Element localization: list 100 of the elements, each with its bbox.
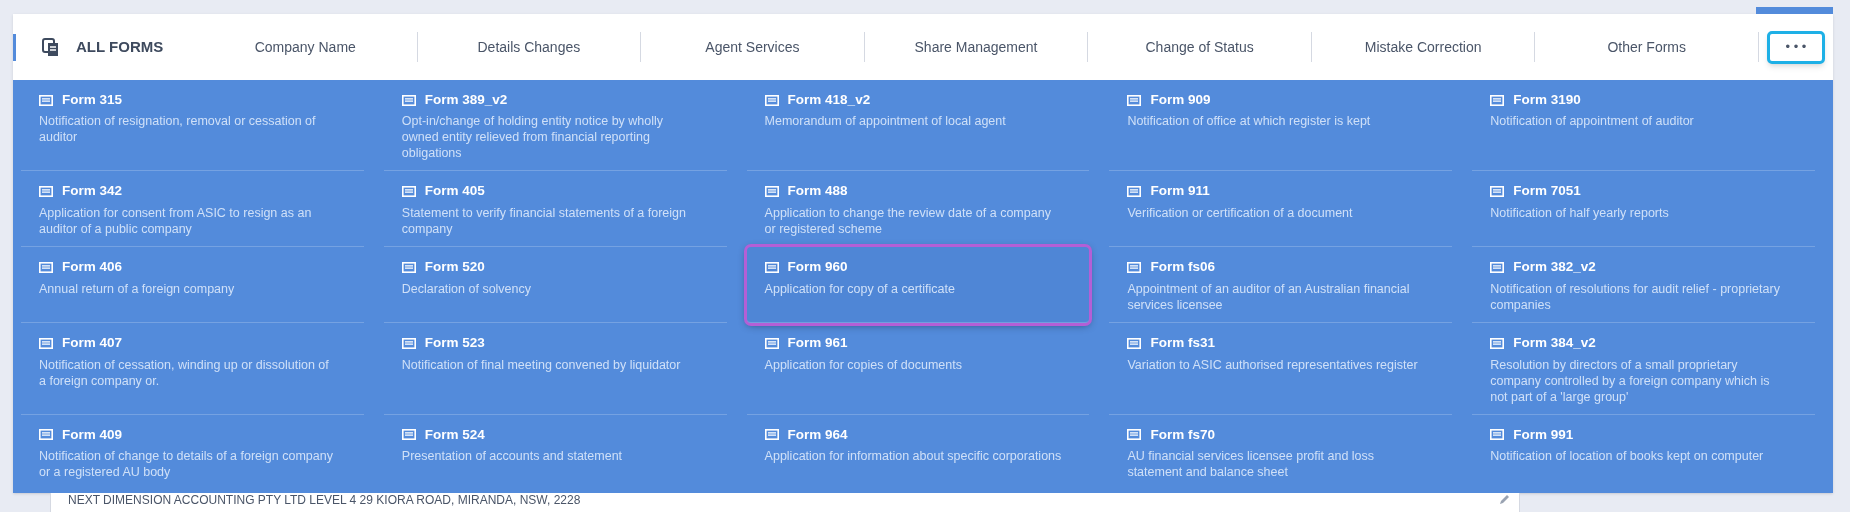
document-icon — [1490, 261, 1505, 273]
form-item[interactable]: Form 407 Notification of cessation, winding up or dissolution of a foreign company or. — [21, 323, 364, 415]
form-item[interactable]: Form 409 Notification of change to details of a foreign company or a registered AU body — [21, 414, 364, 491]
form-item[interactable]: Form 960 Application for copy of a certificate — [746, 247, 1090, 324]
form-title: Form 488 — [787, 182, 848, 201]
form-item[interactable]: Form 520 Declaration of solvency — [383, 247, 727, 324]
form-title: Form 384_v2 — [1513, 334, 1596, 353]
form-title: Form fs06 — [1150, 258, 1215, 277]
nav-tab[interactable]: Other Forms — [1607, 36, 1687, 58]
form-item[interactable]: Form fs70 AU financial services licensee profit and loss statement and balance sheet — [1109, 414, 1453, 491]
document-icon — [1127, 337, 1142, 349]
form-title: Form 909 — [1150, 91, 1211, 109]
form-item[interactable]: Form 418_v2 Memorandum of appointment of local agent — [746, 80, 1090, 172]
form-item[interactable]: Form 909 Notification of office at which register is kept — [1109, 80, 1453, 172]
form-title: Form 523 — [424, 334, 485, 353]
form-title: Form 991 — [1513, 425, 1574, 444]
form-description: Notification of resolutions for audit relief - proprietary companies — [1490, 280, 1781, 313]
document-icon — [1490, 185, 1505, 197]
form-item[interactable]: Form 911 Verification or certification of a document — [1109, 171, 1453, 248]
pencil-icon[interactable] — [1499, 492, 1511, 505]
form-description: Statement to verify financial statements of a foreign company — [401, 204, 687, 237]
form-description: Notification of appointment of auditor — [1490, 113, 1695, 130]
form-title: Form 524 — [424, 425, 485, 444]
document-icon — [39, 261, 53, 273]
form-title: Form 961 — [787, 334, 848, 353]
form-description: Verification or certification of a document — [1127, 204, 1354, 221]
form-item[interactable]: Form fs06 Appointment of an auditor of an Australian financial services licensee — [1109, 247, 1453, 324]
form-item[interactable]: Form 7051 Notification of half yearly reports — [1472, 171, 1815, 248]
form-item[interactable]: Form 524 Presentation of accounts and statement — [383, 414, 727, 491]
form-title: Form 406 — [62, 258, 123, 277]
form-description: AU financial services licensee profit and loss statement and balance sheet — [1127, 447, 1376, 480]
form-title: Form 964 — [787, 425, 848, 444]
form-description: Application for information about specific corporations — [764, 447, 1063, 464]
form-title: Form 389_v2 — [424, 91, 508, 109]
form-title: Form 418_v2 — [787, 91, 871, 109]
form-description: Application for copy of a certificate — [764, 280, 956, 297]
document-icon — [1490, 94, 1505, 106]
company-address: NEXT DIMENSION ACCOUNTING PTY LTD LEVEL 4 29 KIORA ROAD, MIRANDA, NSW, 2228 — [68, 492, 581, 507]
form-description: Notification of half yearly reports — [1490, 204, 1670, 221]
form-description: Opt-in/change of holding entity notice by wholly owned entity relieved from financial reporting obligations — [401, 113, 665, 162]
nav-tab[interactable]: Share Management — [914, 36, 1038, 58]
form-item[interactable]: Form 3190 Notification of appointment of auditor — [1472, 80, 1815, 172]
nav-tab[interactable]: Details Changes — [477, 36, 581, 58]
form-title: Form 3190 — [1513, 91, 1581, 109]
document-icon — [764, 429, 779, 441]
form-item[interactable]: Form 384_v2 Resolution by directors of a small proprietary company controlled by a foreign company which is not part of a 'large group' — [1472, 323, 1815, 415]
form-title: Form fs31 — [1150, 334, 1215, 353]
form-title: Form 342 — [62, 182, 123, 201]
form-item[interactable]: Form 405 Statement to verify financial statements of a foreign company — [383, 171, 727, 248]
document-icon — [1127, 261, 1142, 273]
document-icon — [401, 429, 416, 441]
form-item[interactable]: Form 389_v2 Opt-in/change of holding entity notice by wholly owned entity relieved from financial reporting obligations — [383, 80, 727, 172]
nav-tab[interactable]: Agent Services — [705, 36, 800, 58]
nav-tab[interactable]: Company Name — [254, 36, 356, 58]
form-title: Form 409 — [62, 425, 123, 444]
form-description: Application for copies of documents — [764, 356, 963, 373]
form-item[interactable]: Form 991 Notification of location of books kept on computer — [1472, 414, 1815, 491]
form-description: Notification of change to details of a foreign company or a registered AU body — [39, 447, 334, 480]
form-item[interactable]: Form 961 Application for copies of documents — [746, 323, 1090, 415]
document-icon — [1490, 429, 1505, 441]
form-title: Form 911 — [1150, 182, 1210, 201]
document-icon — [39, 185, 53, 197]
form-item[interactable]: Form 315 Notification of resignation, removal or cessation of auditor — [21, 80, 364, 172]
form-item[interactable]: Form 406 Annual return of a foreign company — [21, 247, 364, 324]
form-item[interactable]: Form 342 Application for consent from ASIC to resign as an auditor of a public company — [21, 171, 364, 248]
form-description: Notification of cessation, winding up or dissolution of a foreign company or. — [39, 356, 330, 389]
document-icon — [1127, 185, 1142, 197]
document-icon — [1127, 94, 1142, 106]
form-description: Presentation of accounts and statement — [401, 447, 624, 464]
form-title: Form fs70 — [1150, 425, 1215, 444]
form-item[interactable]: Form 523 Notification of final meeting convened by liquidator — [383, 323, 727, 415]
form-description: Memorandum of appointment of local agent — [764, 113, 1007, 130]
nav-tab[interactable]: Change of Status — [1145, 36, 1254, 58]
document-icon — [764, 94, 779, 106]
form-description: Appointment of an auditor of an Australian financial services licensee — [1127, 280, 1411, 313]
form-title: Form 407 — [62, 334, 123, 353]
form-description: Declaration of solvency — [401, 280, 533, 297]
document-icon — [764, 185, 779, 197]
form-description: Resolution by directors of a small proprietary company controlled by a foreign company which is not part of a 'large group' — [1490, 356, 1771, 405]
form-description: Notification of resignation, removal or cessation of auditor — [39, 113, 317, 146]
document-icon — [39, 429, 53, 441]
form-item[interactable]: Form fs31 Variation to ASIC authorised representatives register — [1109, 323, 1453, 415]
form-description: Notification of office at which register is kept — [1127, 113, 1372, 130]
form-description: Application to change the review date of a company or registered scheme — [764, 204, 1052, 237]
form-description: Variation to ASIC authorised representatives register — [1127, 356, 1419, 373]
more-button[interactable]: • • • — [1767, 30, 1825, 64]
form-title: Form 960 — [787, 258, 848, 277]
form-description: Notification of final meeting convened by liquidator — [401, 356, 682, 373]
document-icon — [1490, 337, 1505, 349]
document-icon — [401, 94, 416, 106]
form-description: Application for consent from ASIC to resign as an auditor of a public company — [39, 204, 313, 237]
document-icon — [764, 337, 779, 349]
form-title: Form 382_v2 — [1513, 258, 1596, 277]
form-item[interactable]: Form 964 Application for information about specific corporations — [746, 414, 1090, 491]
document-icon — [39, 94, 53, 106]
form-item[interactable]: Form 382_v2 Notification of resolutions for audit relief - proprietary companies — [1472, 247, 1815, 324]
form-title: Form 315 — [62, 91, 123, 109]
accent-bar — [13, 33, 16, 61]
document-icon — [39, 337, 53, 349]
nav-tab[interactable]: Mistake Correction — [1364, 36, 1482, 58]
